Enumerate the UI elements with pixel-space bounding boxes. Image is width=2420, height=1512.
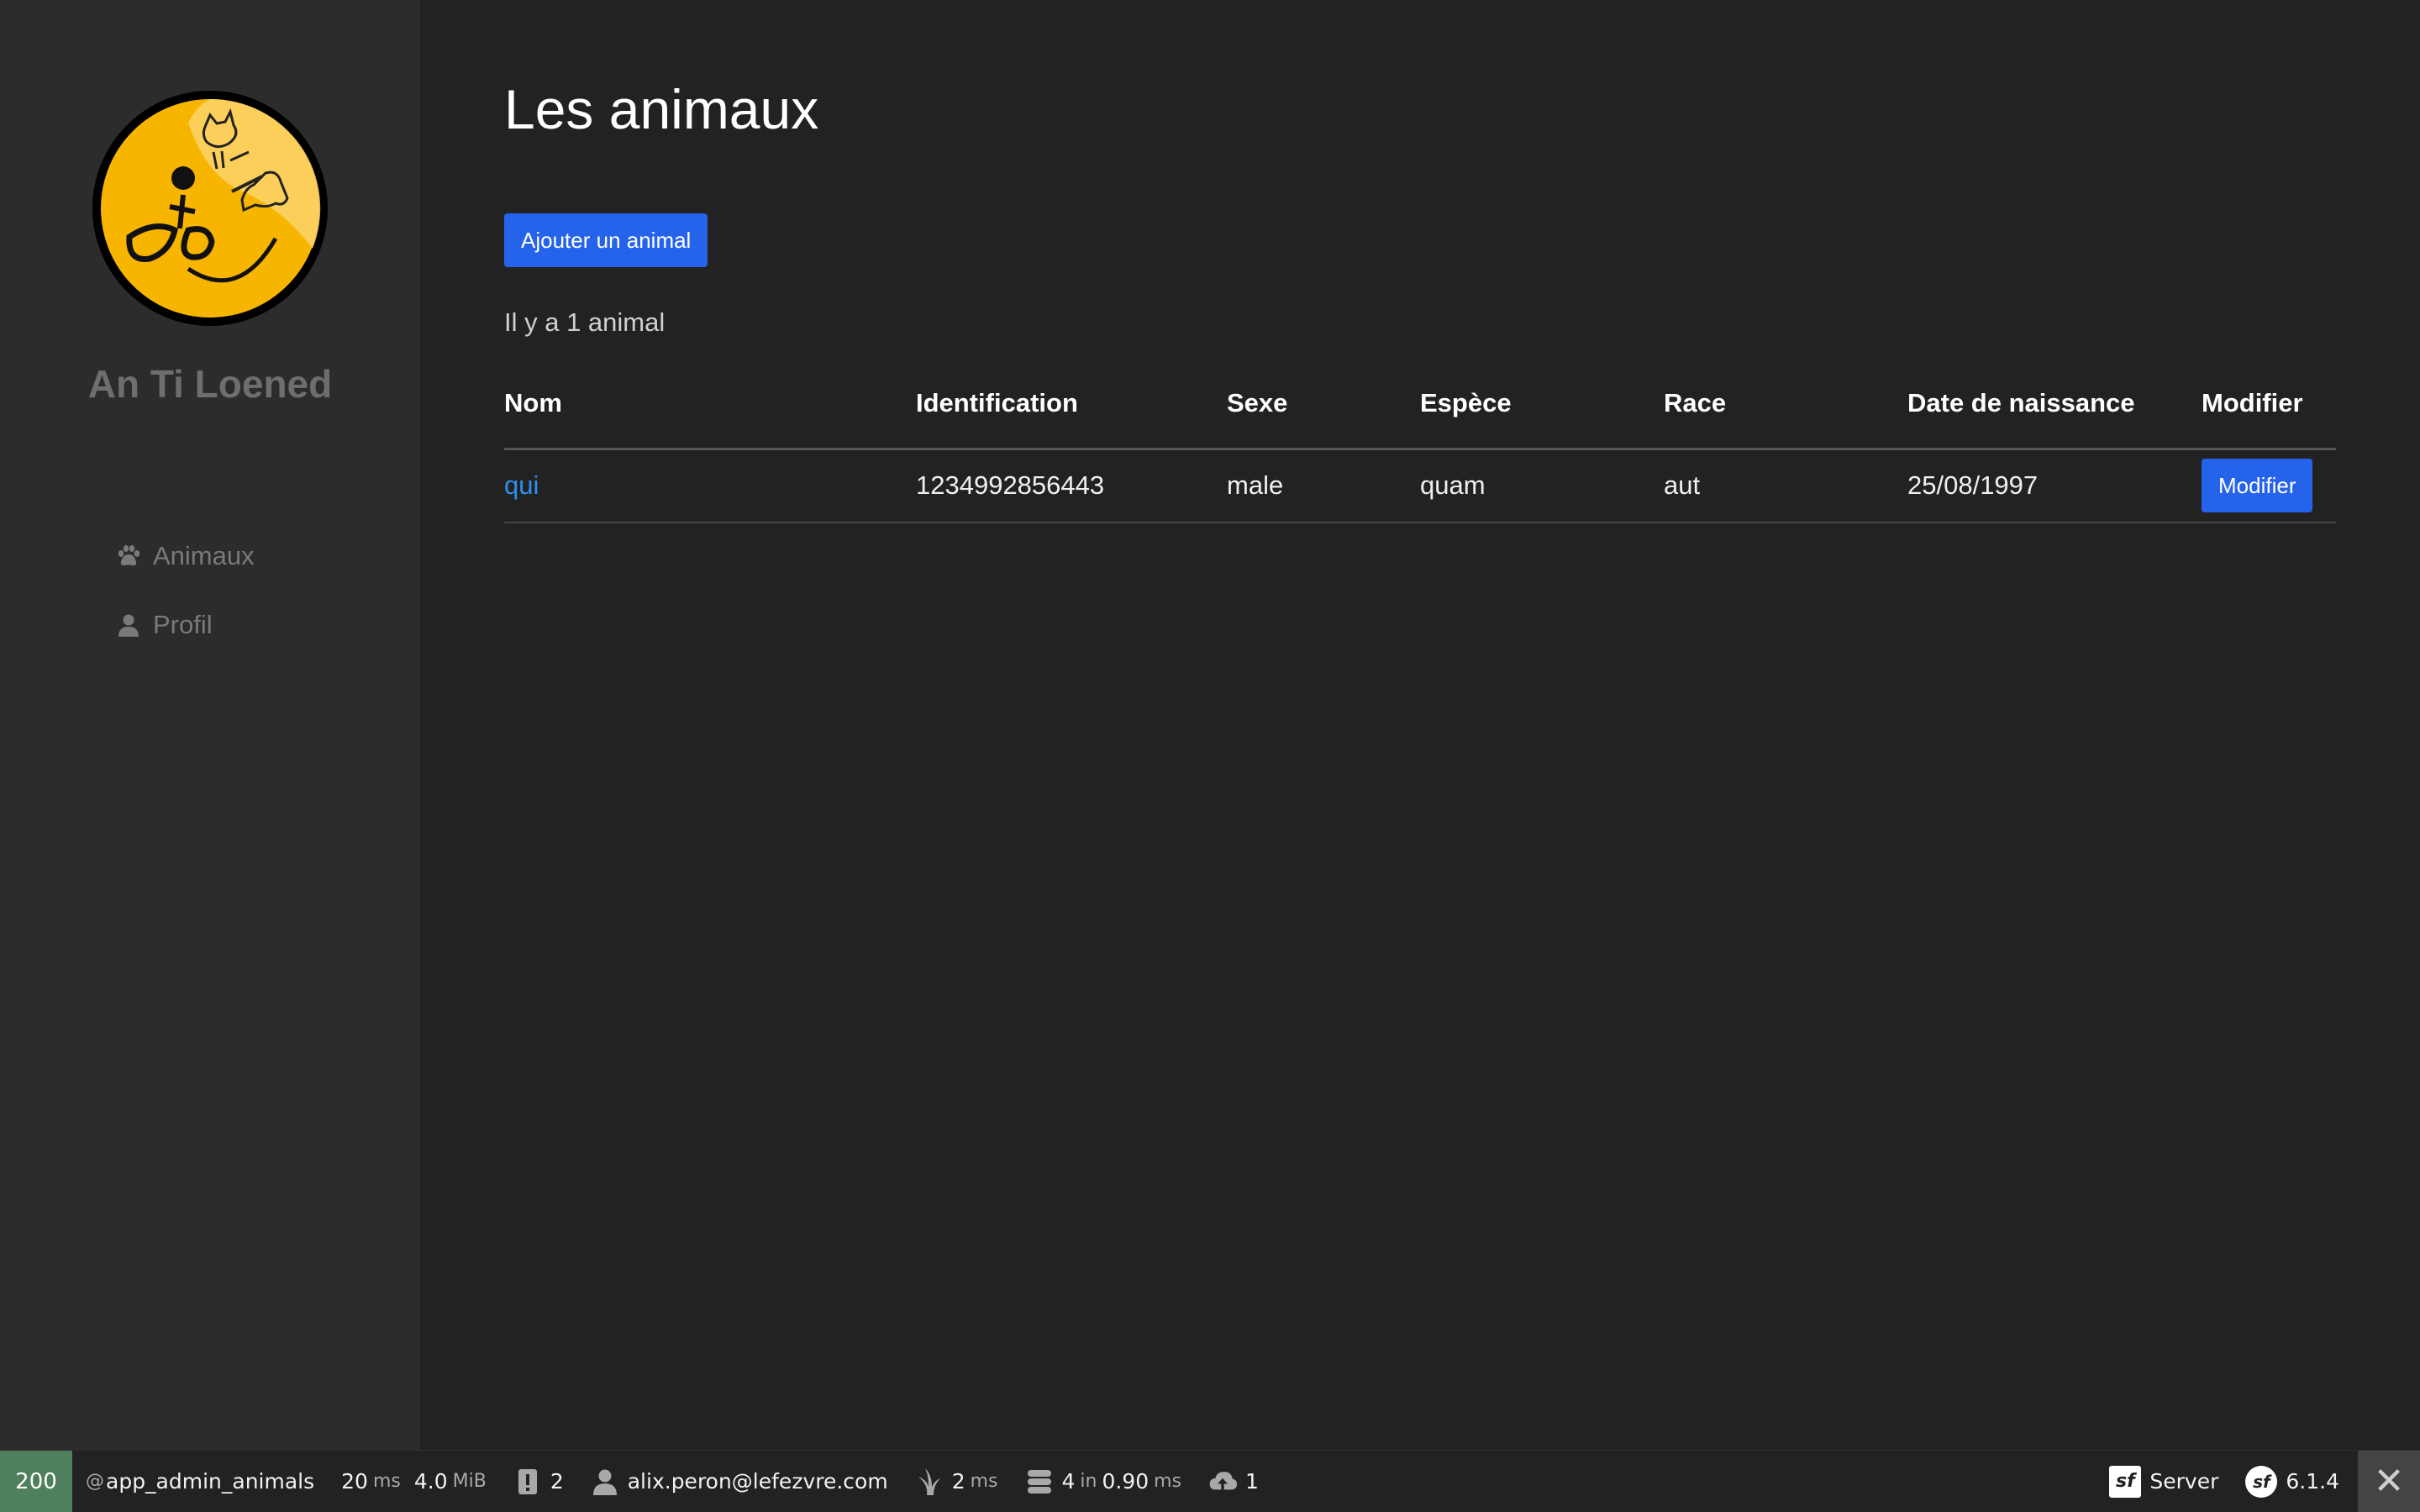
debug-toolbar: 200 @ app_admin_animals 20 ms 4.0 MiB 2 …: [0, 1450, 2420, 1512]
animal-race: aut: [1664, 449, 1907, 523]
animal-identification: 1234992856443: [916, 449, 1227, 523]
db-time: 0.90: [1102, 1469, 1150, 1494]
user-email: alix.peron@lefezvre.com: [627, 1469, 888, 1494]
symfony-version-info[interactable]: sf 6.1.4: [2232, 1451, 2358, 1512]
database-info[interactable]: 4 in 0.90 ms: [1012, 1451, 1196, 1512]
add-animal-button[interactable]: Ajouter un animal: [504, 213, 708, 267]
logs-info[interactable]: 2: [500, 1451, 577, 1512]
animals-table: Nom Identification Sexe Espèce Race Date…: [504, 370, 2336, 523]
database-icon: [1027, 1469, 1051, 1494]
exclamation-icon: [518, 1468, 537, 1494]
animal-name-link[interactable]: qui: [504, 449, 916, 523]
memory-unit: MiB: [452, 1471, 487, 1492]
route-info[interactable]: @ app_admin_animals: [72, 1451, 328, 1512]
logo-icon[interactable]: [87, 89, 333, 328]
sidebar-item-label: Animaux: [153, 541, 255, 570]
column-header-date-naissance[interactable]: Date de naissance: [1907, 370, 2202, 450]
symfony-version: 6.1.4: [2286, 1469, 2339, 1494]
memory-info[interactable]: 4.0 MiB: [414, 1451, 500, 1512]
animal-sexe: male: [1227, 449, 1420, 523]
animal-date-naissance: 25/08/1997: [1907, 449, 2202, 523]
status-code-badge[interactable]: 200: [0, 1450, 72, 1512]
edit-animal-button[interactable]: Modifier: [2202, 459, 2313, 513]
db-unit: ms: [1154, 1471, 1182, 1492]
column-header-espece[interactable]: Espèce: [1420, 370, 1664, 450]
column-header-nom[interactable]: Nom: [504, 370, 916, 450]
twig-unit: ms: [970, 1471, 998, 1492]
db-query-count: 4: [1061, 1469, 1076, 1494]
cloud-upload-icon: [1209, 1471, 1238, 1489]
symfony-logo-icon: sf: [2245, 1465, 2278, 1498]
table-row: qui 1234992856443 male quam aut 25/08/19…: [504, 449, 2336, 523]
edit-cell: Modifier: [2202, 449, 2336, 523]
close-toolbar-button[interactable]: ✕: [2358, 1450, 2420, 1512]
server-label: Server: [2149, 1469, 2219, 1494]
sidebar: An Ti Loened Animaux Profil: [0, 0, 420, 1450]
user-info[interactable]: alix.peron@lefezvre.com: [577, 1451, 902, 1512]
brand-name: An Ti Loened: [87, 362, 333, 406]
time-value: 20: [341, 1469, 368, 1494]
sidebar-item-profil[interactable]: Profil: [116, 606, 255, 643]
upload-info[interactable]: 1: [1195, 1451, 1272, 1512]
route-name: app_admin_animals: [106, 1469, 315, 1494]
column-header-sexe[interactable]: Sexe: [1227, 370, 1420, 450]
column-header-identification[interactable]: Identification: [916, 370, 1227, 450]
twig-info[interactable]: 2 ms: [902, 1451, 1012, 1512]
server-info[interactable]: sf Server: [2096, 1451, 2232, 1512]
twig-value: 2: [951, 1469, 965, 1494]
user-icon: [118, 614, 139, 637]
logs-count: 2: [550, 1469, 564, 1494]
twig-icon: [918, 1467, 940, 1495]
sidebar-item-label: Profil: [153, 610, 213, 639]
time-info[interactable]: 20 ms: [328, 1451, 414, 1512]
animal-count-text: Il y a 1 animal: [504, 307, 666, 337]
sidebar-nav: Animaux Profil: [116, 538, 255, 675]
user-icon: [592, 1469, 617, 1495]
paw-icon: [118, 545, 140, 566]
sidebar-item-animaux[interactable]: Animaux: [116, 538, 255, 575]
animal-espece: quam: [1420, 449, 1664, 523]
column-header-race[interactable]: Race: [1664, 370, 1907, 450]
symfony-server-icon: sf: [2109, 1465, 2142, 1498]
page-title: Les animaux: [504, 78, 819, 140]
column-header-modifier: Modifier: [2202, 370, 2336, 450]
memory-value: 4.0: [413, 1469, 448, 1494]
route-prefix: @: [86, 1471, 104, 1492]
db-in-label: in: [1080, 1471, 1097, 1492]
table-header-row: Nom Identification Sexe Espèce Race Date…: [504, 370, 2336, 450]
upload-count: 1: [1245, 1469, 1259, 1494]
time-unit: ms: [372, 1471, 401, 1492]
